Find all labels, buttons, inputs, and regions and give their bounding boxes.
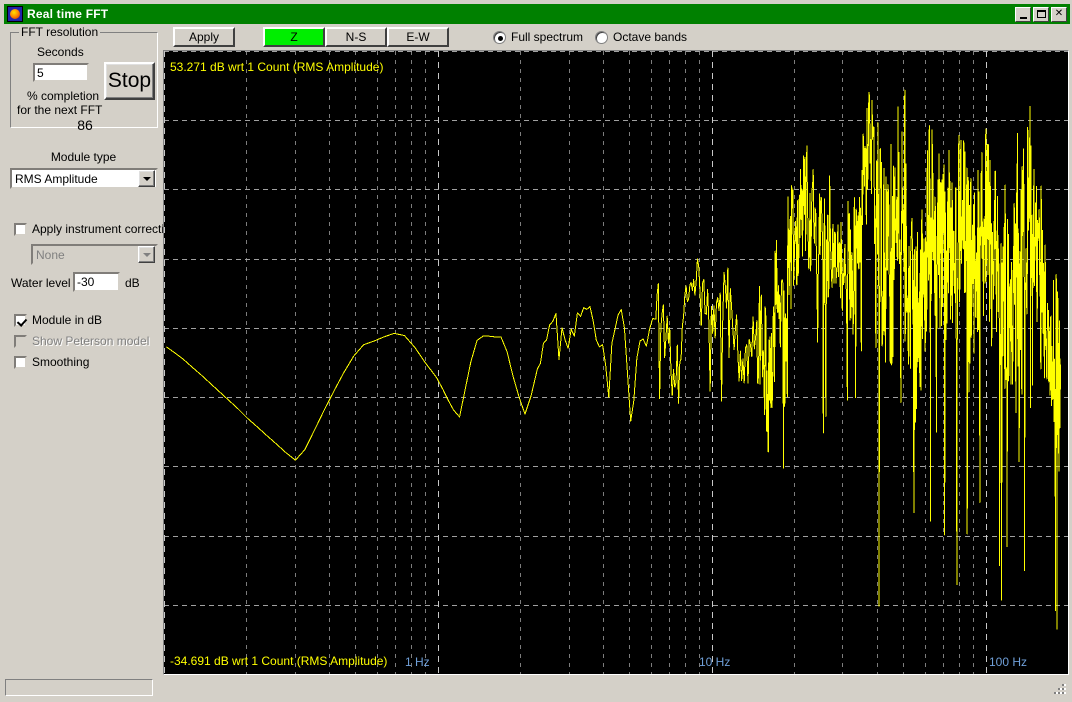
spectrum-chart[interactable]: 53.271 dB wrt 1 Count (RMS Amplitude) -3… [163, 50, 1069, 675]
close-button[interactable]: ✕ [1051, 6, 1067, 22]
window-controls: ✕ [1015, 6, 1067, 22]
chevron-down-icon[interactable] [138, 170, 155, 187]
module-in-db-checkbox[interactable]: Module in dB [14, 313, 102, 327]
completion-label-line2: for the next FFT [17, 103, 103, 117]
completion-label-line1: % completion [27, 89, 100, 103]
apply-button[interactable]: Apply [173, 27, 235, 47]
maximize-button[interactable] [1033, 6, 1049, 22]
channel-button-z[interactable]: Z [263, 27, 325, 47]
module-type-select[interactable]: RMS Amplitude [10, 168, 158, 189]
status-pane [5, 679, 153, 696]
stop-button[interactable]: Stop [104, 62, 155, 100]
channel-button-ew[interactable]: E-W [387, 27, 449, 47]
instrument-correction-select[interactable]: None [31, 244, 158, 265]
checkbox-box [14, 313, 27, 327]
title-bar: Real time FFT ✕ [4, 4, 1070, 24]
instrument-correction-value: None [36, 247, 65, 262]
water-level-unit: dB [125, 276, 140, 290]
radio-octave-bands-label: Octave bands [613, 30, 688, 44]
apply-instrument-correction-checkbox[interactable]: Apply instrument correction [14, 222, 177, 236]
radio-full-spectrum[interactable]: Full spectrum [493, 30, 583, 44]
water-level-input[interactable]: -30 [73, 272, 120, 292]
smoothing-label: Smoothing [32, 355, 90, 369]
radio-dot [493, 30, 506, 44]
show-peterson-model-label: Show Peterson model [32, 334, 150, 348]
status-bar [5, 678, 1068, 697]
apply-instrument-correction-label: Apply instrument correction [32, 222, 178, 236]
fft-resolution-group: FFT resolution Seconds 5 Stop % completi… [10, 25, 158, 133]
app-icon [7, 6, 23, 22]
water-level-label: Water level [11, 276, 71, 290]
smoothing-checkbox[interactable]: Smoothing [14, 355, 89, 369]
minimize-button[interactable] [1015, 6, 1031, 22]
checkbox-box [14, 222, 27, 236]
checkbox-box [14, 355, 27, 369]
toolbar: Apply Z N-S E-W Full spectrum Octave ban… [163, 26, 1070, 50]
fft-resolution-legend: FFT resolution [19, 25, 101, 39]
module-type-label: Module type [50, 150, 117, 164]
checkbox-box [14, 334, 27, 348]
show-peterson-model-checkbox: Show Peterson model [14, 334, 149, 348]
channel-button-ns[interactable]: N-S [325, 27, 387, 47]
control-panel: FFT resolution Seconds 5 Stop % completi… [5, 25, 177, 675]
radio-octave-bands[interactable]: Octave bands [595, 30, 687, 44]
radio-dot [595, 30, 608, 44]
seconds-input[interactable]: 5 [33, 63, 89, 82]
radio-full-spectrum-label: Full spectrum [511, 30, 584, 44]
close-icon: ✕ [1054, 8, 1064, 19]
module-in-db-label: Module in dB [32, 313, 103, 327]
window-title: Real time FFT [27, 7, 109, 21]
completion-value: 86 [77, 117, 93, 133]
app-window: Real time FFT ✕ FFT resolution Seconds 5… [0, 0, 1072, 702]
chevron-down-icon[interactable] [138, 246, 155, 263]
spectrum-plot-svg [164, 51, 1068, 674]
module-type-value: RMS Amplitude [15, 171, 98, 186]
seconds-label: Seconds [37, 45, 84, 59]
resize-grip[interactable] [1051, 681, 1067, 697]
